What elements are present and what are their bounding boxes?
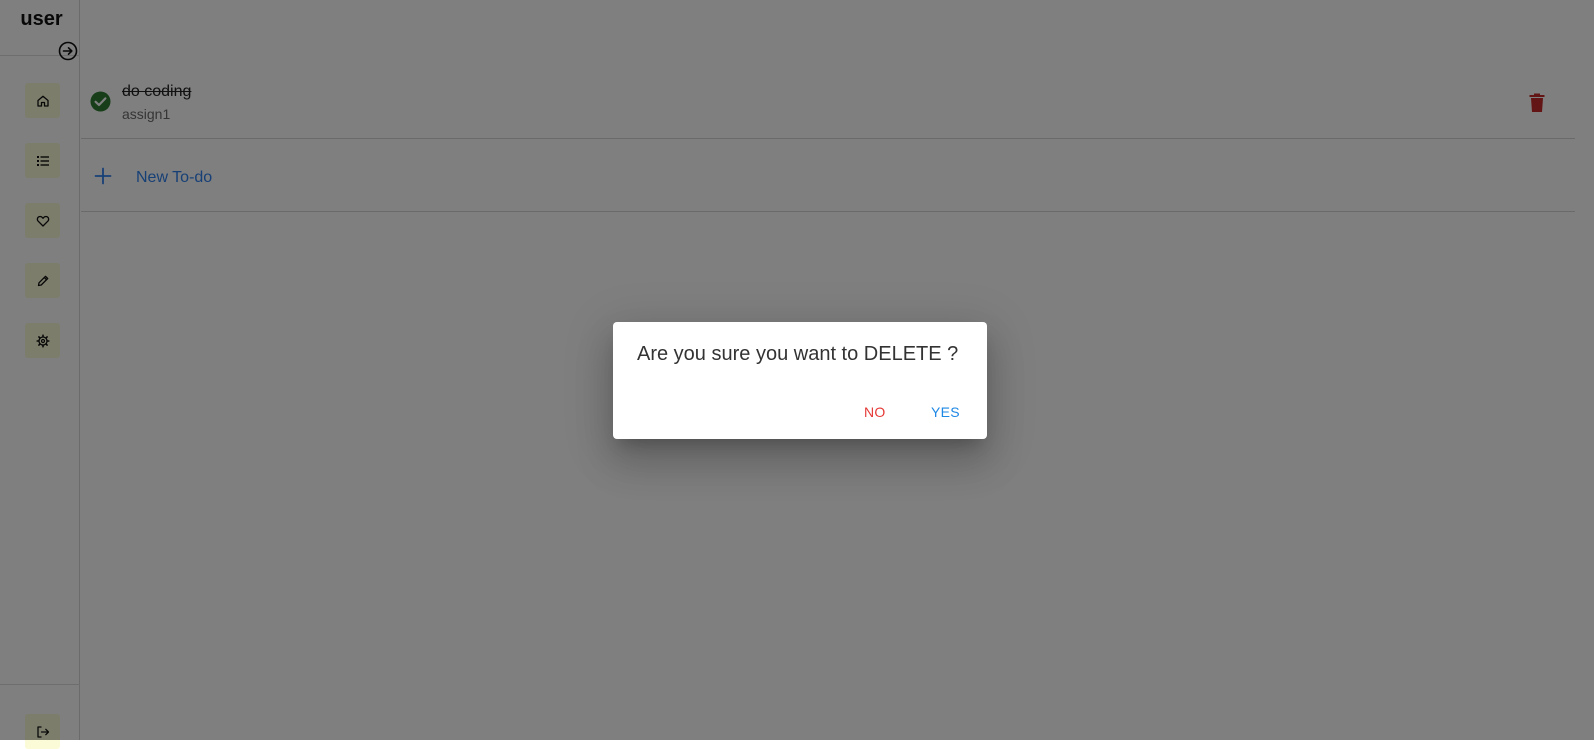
dialog-message: Are you sure you want to DELETE ?	[637, 343, 959, 365]
no-button[interactable]: NO	[856, 395, 894, 429]
yes-button[interactable]: YES	[923, 395, 968, 429]
confirm-delete-dialog: Are you sure you want to DELETE ? NO YES	[613, 322, 987, 439]
